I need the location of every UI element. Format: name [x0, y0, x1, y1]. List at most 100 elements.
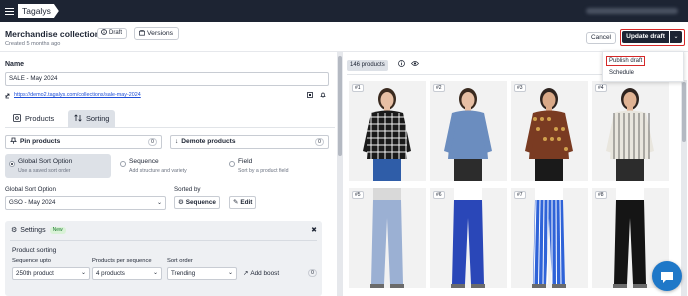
versions-button[interactable]: Versions	[134, 27, 180, 40]
update-draft-menu: Publish draft Schedule	[602, 51, 684, 82]
collection-url-link[interactable]: https://demo2.tagalys.com/collections/sa…	[14, 92, 141, 98]
link-icon	[5, 93, 10, 99]
product-rank-badge: #1	[352, 84, 364, 92]
settings-divider	[10, 240, 317, 241]
name-input[interactable]: SALE - May 2024	[5, 72, 329, 86]
boost-count-badge: 0	[308, 269, 317, 277]
pin-icon	[10, 137, 17, 144]
product-card[interactable]: #1	[349, 81, 426, 181]
cancel-button[interactable]: Cancel	[586, 32, 616, 44]
info-icon	[101, 29, 107, 35]
new-badge: New	[49, 227, 66, 234]
radio-global[interactable]	[9, 161, 15, 167]
sorted-by-label: Sorted by	[174, 186, 201, 193]
radio-field[interactable]	[229, 161, 235, 167]
boost-icon: ↗	[243, 270, 249, 277]
edit-button[interactable]: ✎ Edit	[229, 196, 257, 209]
product-card[interactable]: #3	[511, 81, 588, 181]
product-image	[606, 88, 654, 181]
chat-icon	[661, 272, 673, 283]
settings-panel: ⚙ Settings New ✖ Product sorting Sequence …	[5, 221, 322, 296]
product-image	[370, 188, 404, 288]
sequence-icon: ⚙	[178, 199, 184, 206]
update-draft-button[interactable]: Update draft	[622, 31, 669, 43]
product-image	[444, 88, 492, 181]
product-image	[451, 188, 485, 288]
hamburger-icon[interactable]	[5, 8, 14, 15]
arrow-down-icon: ↓	[175, 138, 179, 145]
bell-icon[interactable]	[320, 92, 326, 98]
versions-icon	[139, 30, 145, 36]
sort-order-label: Sort order	[167, 258, 193, 264]
pin-products-row[interactable]: Pin products 0	[5, 135, 162, 149]
sort-option-group: Global Sort Option Use a saved sort orde…	[5, 154, 335, 178]
chevron-down-icon: ⌄	[80, 270, 86, 276]
tab-sorting[interactable]: Sorting	[68, 110, 116, 128]
settings-header[interactable]: ⚙ Settings New	[11, 226, 66, 234]
status-badge: Draft	[97, 28, 128, 39]
product-rank-badge: #3	[514, 84, 526, 92]
page-header: Merchandise collection Draft Versions Cr…	[0, 22, 688, 52]
add-boost-button[interactable]: ↗ Add boost	[243, 269, 279, 277]
name-label: Name	[5, 61, 25, 68]
product-rank-badge: #6	[433, 191, 445, 199]
collection-editor-panel: Name SALE - May 2024 https://demo2.tagal…	[0, 52, 336, 296]
sort-option-field[interactable]: Field Sort by a product field	[225, 154, 331, 178]
eye-icon[interactable]	[410, 60, 419, 67]
chevron-down-icon: ⌄	[156, 200, 162, 206]
product-card[interactable]: #7	[511, 188, 588, 288]
sort-option-sequence[interactable]: Sequence Add structure and variety	[116, 154, 222, 178]
product-rank-badge: #4	[595, 84, 607, 92]
demote-count-badge: 0	[315, 138, 324, 146]
pin-count-badge: 0	[148, 138, 157, 146]
product-image	[532, 188, 566, 288]
product-card[interactable]: #6	[430, 188, 507, 288]
update-draft-split-button: Update draft ⌄	[620, 29, 685, 46]
per-seq-label: Products per sequence	[92, 258, 152, 264]
editor-tabs: Products Sorting	[5, 108, 335, 128]
product-preview-panel: 146 products #1 #2 #3 #4 #5 #6 #7 #8	[343, 52, 688, 296]
product-rank-badge: #2	[433, 84, 445, 92]
menu-item-schedule[interactable]: Schedule	[609, 70, 634, 76]
product-count-bar: 146 products	[347, 60, 419, 71]
product-card[interactable]: #5	[349, 188, 426, 288]
seq-upto-select[interactable]: 250th product ⌄	[12, 267, 90, 280]
gso-select[interactable]: GSO - May 2024 ⌄	[5, 196, 166, 210]
seq-upto-label: Sequence upto	[12, 258, 52, 264]
menu-item-publish-draft[interactable]: Publish draft	[606, 56, 646, 66]
chat-support-button[interactable]	[652, 261, 682, 291]
product-card[interactable]: #4	[592, 81, 669, 181]
radio-sequence[interactable]	[120, 161, 126, 167]
user-account-blurred[interactable]	[586, 8, 678, 14]
products-icon	[13, 114, 21, 122]
pencil-icon: ✎	[233, 199, 239, 206]
per-seq-select[interactable]: 4 products ⌄	[92, 267, 162, 280]
gear-icon: ⚙	[11, 227, 18, 234]
sort-icon	[74, 114, 82, 122]
sort-option-global[interactable]: Global Sort Option Use a saved sort orde…	[5, 154, 111, 178]
top-navbar: Tagalys	[0, 0, 688, 22]
product-card[interactable]: #2	[430, 81, 507, 181]
page-title: Merchandise collection	[5, 29, 101, 39]
product-count: 146 products	[347, 60, 388, 71]
info-icon[interactable]	[397, 60, 405, 67]
product-rank-badge: #8	[595, 191, 607, 199]
product-sorting-heading: Product sorting	[12, 247, 57, 254]
chevron-down-icon[interactable]: ⌄	[670, 31, 682, 43]
product-rank-badge: #5	[352, 191, 364, 199]
product-rank-badge: #7	[514, 191, 526, 199]
created-subtitle: Created 5 months ago	[5, 41, 61, 47]
demote-products-row[interactable]: ↓ Demote products 0	[170, 135, 329, 149]
sequence-button[interactable]: ⚙ Sequence	[174, 196, 220, 209]
qr-code-icon[interactable]	[307, 92, 313, 98]
product-image	[363, 88, 411, 181]
collapse-icon[interactable]: ✖	[311, 226, 317, 234]
right-scroll-thumb[interactable]	[682, 82, 686, 142]
chevron-down-icon: ⌄	[152, 270, 158, 276]
gso-label: Global Sort Option	[5, 186, 56, 193]
tab-products[interactable]: Products	[7, 110, 60, 128]
left-scroll-thumb[interactable]	[338, 56, 342, 156]
sort-order-select[interactable]: Trending ⌄	[167, 267, 237, 280]
brand-logo[interactable]: Tagalys	[18, 4, 59, 18]
chevron-down-icon: ⌄	[227, 270, 233, 276]
